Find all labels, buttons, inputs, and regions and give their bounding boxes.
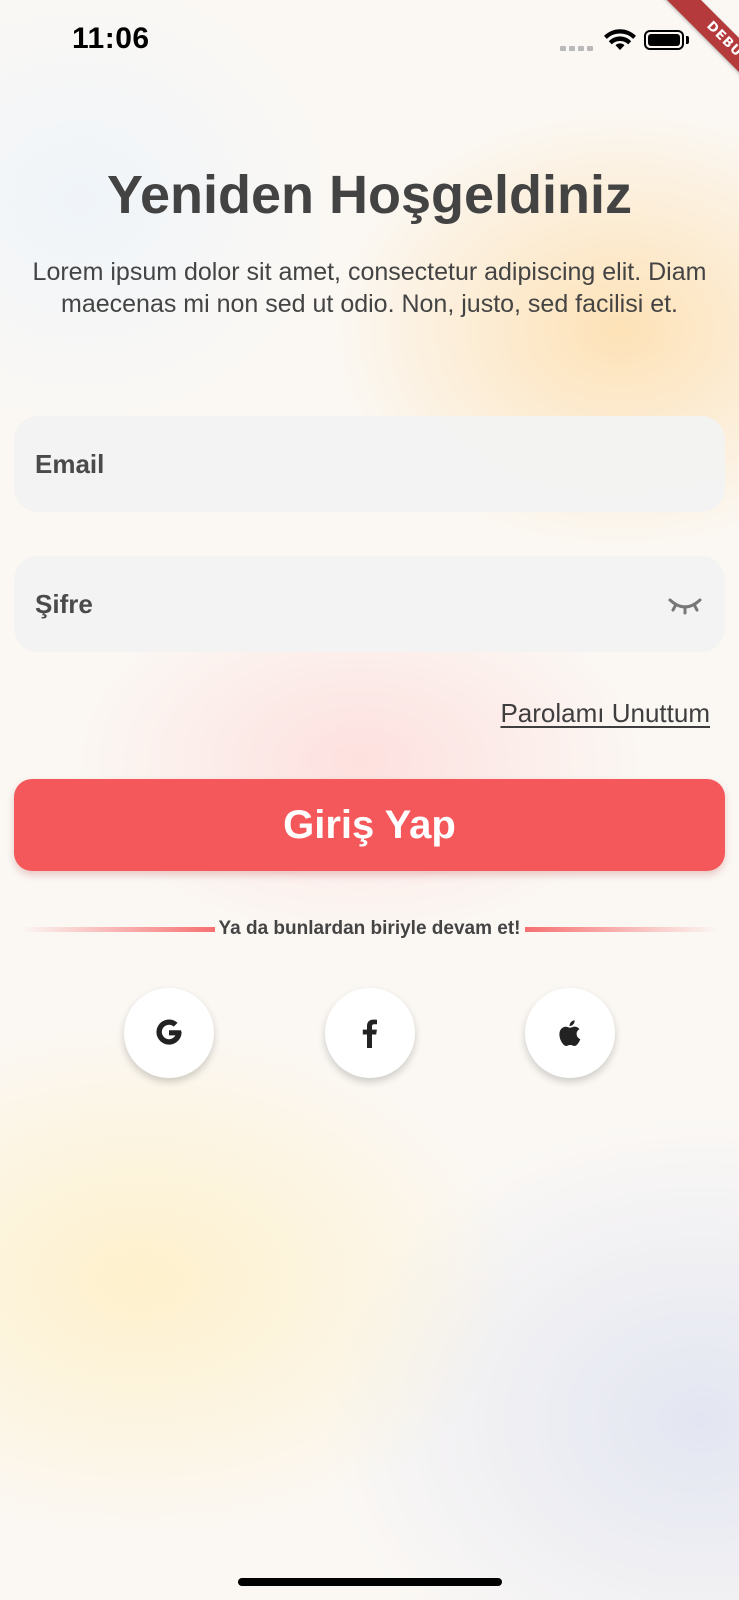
cellular-signal-icon bbox=[560, 46, 593, 51]
home-indicator bbox=[238, 1578, 502, 1586]
email-field[interactable] bbox=[35, 416, 635, 512]
email-field-container bbox=[14, 416, 725, 512]
status-time: 11:06 bbox=[72, 22, 150, 55]
debug-banner-label: DEBUG bbox=[659, 0, 739, 110]
page-title: Yeniden Hoşgeldiniz bbox=[106, 165, 633, 225]
login-button[interactable]: Giriş Yap bbox=[14, 779, 725, 871]
apple-login-button[interactable] bbox=[525, 988, 615, 1078]
debug-banner: DEBUG bbox=[629, 0, 739, 110]
divider: Ya da bunlardan biriyle devam et! bbox=[20, 916, 719, 942]
password-field-container bbox=[14, 556, 725, 652]
facebook-icon bbox=[362, 1019, 377, 1048]
google-icon bbox=[156, 1019, 182, 1045]
forgot-password-link[interactable]: Parolamı Unuttum bbox=[500, 698, 710, 729]
password-field[interactable] bbox=[35, 556, 635, 652]
facebook-login-button[interactable] bbox=[325, 988, 415, 1078]
eye-closed-icon[interactable] bbox=[667, 586, 703, 622]
divider-line-left bbox=[20, 926, 215, 932]
apple-icon bbox=[559, 1020, 581, 1047]
google-login-button[interactable] bbox=[124, 988, 214, 1078]
divider-line-right bbox=[524, 926, 719, 932]
divider-label: Ya da bunlardan biriyle devam et! bbox=[218, 918, 521, 939]
page-subtitle: Lorem ipsum dolor sit amet, consectetur … bbox=[32, 258, 707, 318]
